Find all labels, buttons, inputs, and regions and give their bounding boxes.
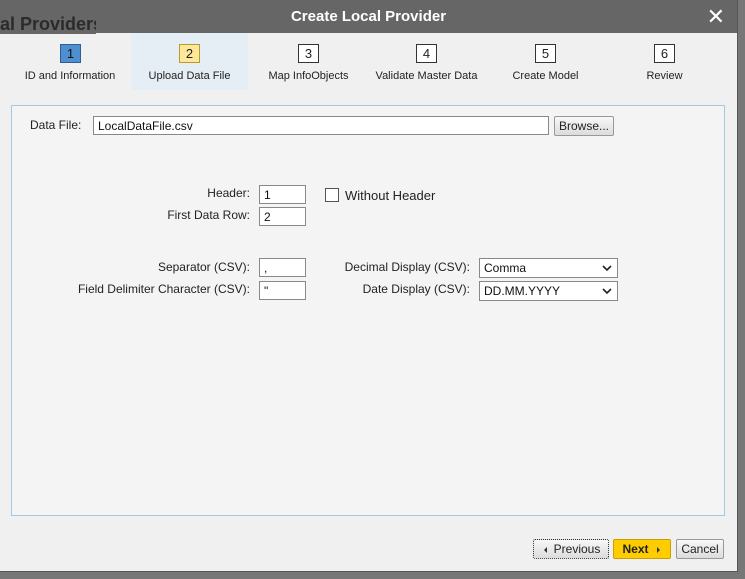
separator-input[interactable]: , (259, 258, 306, 277)
step-number: 3 (298, 44, 319, 63)
next-label: Next (622, 542, 649, 556)
step-label: Review (646, 70, 683, 82)
header-label: Header: (207, 186, 250, 200)
step-validate-master-data[interactable]: 4 Validate Master Data (368, 33, 485, 90)
step-upload-data-file[interactable]: 2 Upload Data File (131, 33, 248, 90)
step-number: 5 (535, 44, 556, 63)
field-delimiter-input[interactable]: " (259, 281, 306, 300)
step-number: 2 (179, 44, 200, 63)
dialog-titlebar: al Providers Create Local Provider ✕ (0, 0, 737, 34)
step-number: 1 (60, 44, 81, 63)
without-header-checkbox[interactable] (325, 188, 339, 202)
dialog-title: Create Local Provider (290, 8, 447, 25)
step-number: 6 (654, 44, 675, 63)
step-create-model[interactable]: 5 Create Model (487, 33, 604, 90)
step-map-infoobjects[interactable]: 3 Map InfoObjects (250, 33, 367, 90)
first-data-row-label: First Data Row: (167, 208, 250, 222)
close-icon[interactable]: ✕ (707, 4, 725, 30)
browse-button[interactable]: Browse... (554, 116, 614, 136)
date-display-label: Date Display (CSV): (362, 282, 470, 296)
step-review[interactable]: 6 Review (606, 33, 723, 90)
data-file-label: Data File: (30, 118, 82, 132)
date-display-value: DD.MM.YYYY (484, 284, 561, 298)
step-number: 4 (416, 44, 437, 63)
step-label: Create Model (512, 70, 579, 82)
first-data-row-input[interactable]: 2 (259, 207, 306, 226)
decimal-display-select[interactable]: Comma (479, 258, 618, 278)
step-label: Upload Data File (148, 70, 231, 82)
cancel-button[interactable]: Cancel (676, 539, 724, 559)
separator-label: Separator (CSV): (157, 260, 250, 274)
decimal-display-label: Decimal Display (CSV): (344, 260, 470, 274)
step-label: ID and Information (24, 70, 116, 82)
previous-label: Previous (553, 542, 601, 556)
without-header-label: Without Header (345, 188, 436, 203)
step-label: Map InfoObjects (268, 70, 349, 82)
step-label: Validate Master Data (375, 70, 478, 82)
header-input[interactable]: 1 (259, 185, 306, 204)
step-id-and-information[interactable]: 1 ID and Information (12, 33, 128, 90)
data-file-input[interactable]: LocalDataFile.csv (93, 116, 549, 135)
wizard-steps: 1 ID and Information 2 Upload Data File … (0, 33, 737, 93)
next-button[interactable]: Next (613, 539, 671, 559)
create-local-provider-dialog: al Providers Create Local Provider ✕ 1 I… (0, 0, 738, 572)
field-delimiter-label: Field Delimiter Character (CSV): (77, 282, 250, 296)
chevron-left-icon (543, 546, 547, 553)
chevron-right-icon (656, 546, 660, 553)
previous-button[interactable]: Previous (533, 539, 609, 559)
decimal-display-value: Comma (484, 261, 527, 275)
chevron-down-icon (602, 288, 612, 295)
chevron-down-icon (602, 265, 612, 272)
date-display-select[interactable]: DD.MM.YYYY (479, 281, 618, 301)
upload-data-file-panel: Data File: LocalDataFile.csv Browse... H… (11, 105, 725, 516)
